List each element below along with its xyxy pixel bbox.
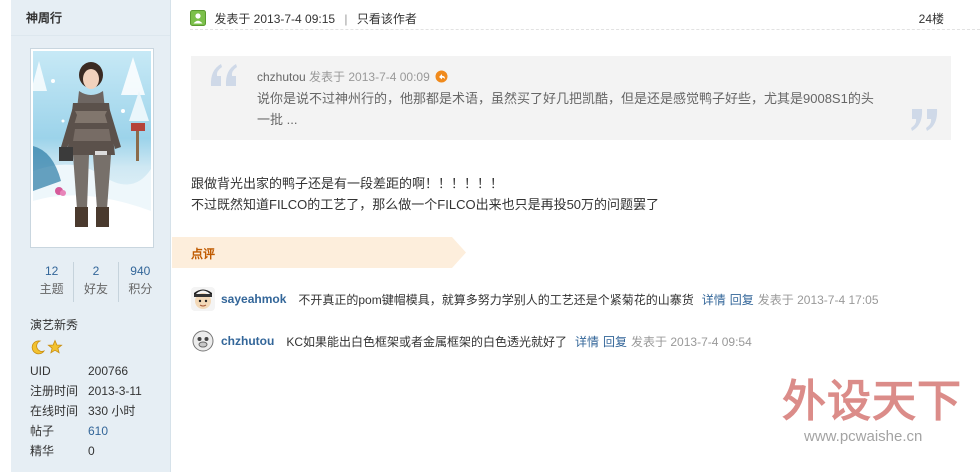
comment-detail-link[interactable]: 详情 — [702, 291, 726, 308]
user-stats: 12 主题 2 好友 940 积分 — [30, 262, 162, 302]
comment-reply-link[interactable]: 回复 — [730, 291, 754, 308]
comment-item: chzhutou KC如果能出白色框架或者金属框架的白色透光就好了 详情 回复 … — [191, 328, 752, 354]
comment-detail-link[interactable]: 详情 — [575, 333, 599, 350]
moon-icon — [30, 339, 46, 358]
comment-username[interactable]: sayeahmok — [221, 292, 286, 306]
stat-friends-label: 好友 — [83, 282, 108, 296]
stat-topics-label: 主题 — [39, 282, 64, 296]
username[interactable]: 神周行 — [11, 0, 170, 36]
post-content: 跟做背光出家的鸭子还是有一段差距的啊！！！！！！ 不过既然知道FILCO的工艺了… — [191, 173, 659, 215]
stat-friends-count[interactable]: 2 — [74, 262, 117, 280]
post-content-line: 跟做背光出家的鸭子还是有一段差距的啊！！！！！！ — [191, 176, 504, 191]
comment-text: 不开真正的pom键帽模具，就算多努力学别人的工艺还是个紧菊花的山寨货 — [298, 292, 694, 307]
user-rank[interactable]: 演艺新秀 — [30, 316, 78, 333]
post-date: 发表于 2013-7-4 09:15 — [214, 12, 336, 26]
open-quote-icon — [209, 62, 239, 91]
only-author-link[interactable]: 只看该作者 — [357, 12, 417, 26]
watermark-logo-text: 外设天下 — [782, 376, 962, 427]
comments-tab-shape — [172, 237, 466, 268]
close-quote-icon — [909, 107, 939, 136]
site-watermark: 外设天下 www.pcwaishe.cn — [782, 376, 966, 448]
comment-reply-link[interactable]: 回复 — [603, 333, 627, 350]
watermark-url: www.pcwaishe.cn — [804, 428, 923, 445]
comment-item: sayeahmok 不开真正的pom键帽模具，就算多努力学别人的工艺还是个紧菊花… — [191, 286, 879, 312]
avatar-image — [33, 51, 151, 245]
online-status-icon — [190, 10, 206, 26]
comment-text: KC如果能出白色框架或者金属框架的白色透光就好了 — [286, 334, 568, 349]
info-digest-value: 0 — [88, 444, 95, 458]
comment-date: 发表于 2013-7-4 17:05 — [757, 292, 879, 307]
avatar[interactable] — [30, 48, 154, 248]
post-header: 发表于 2013-7-4 09:15 | 只看该作者 24楼 — [190, 8, 980, 30]
info-register: 注册时间 2013-3-11 — [30, 381, 142, 401]
info-posts-key: 帖子 — [30, 424, 55, 438]
quote-date: 发表于 2013-7-4 00:09 — [309, 70, 430, 84]
stat-friends[interactable]: 2 好友 — [73, 262, 117, 302]
star-icon — [47, 339, 63, 358]
info-posts-value[interactable]: 610 — [88, 421, 108, 441]
info-register-key: 注册时间 — [30, 384, 79, 398]
comment-avatar[interactable] — [191, 329, 215, 353]
stat-points[interactable]: 940 积分 — [117, 262, 162, 302]
quote-author[interactable]: chzhutou — [257, 70, 306, 84]
comment-username[interactable]: chzhutou — [221, 334, 274, 348]
info-uid-key: UID — [30, 364, 51, 378]
info-digest: 精华 0 — [30, 441, 142, 461]
info-digest-key: 精华 — [30, 444, 55, 458]
info-online-value: 330 小时 — [88, 404, 136, 418]
stat-topics-count[interactable]: 12 — [30, 262, 73, 280]
comments-header: 点评 — [172, 237, 466, 268]
jump-to-quote-icon[interactable] — [435, 70, 448, 86]
comment-avatar[interactable] — [191, 287, 215, 311]
post-header-separator: | — [344, 12, 348, 26]
floor-number[interactable]: 24楼 — [919, 8, 944, 30]
quote-header: chzhutou 发表于 2013-7-4 00:09 — [257, 68, 448, 86]
info-posts: 帖子 610 — [30, 421, 142, 441]
info-uid: UID 200766 — [30, 361, 142, 381]
info-online-key: 在线时间 — [30, 404, 79, 418]
user-info: UID 200766 注册时间 2013-3-11 在线时间 330 小时 帖子… — [30, 361, 142, 461]
quote-body: 说你是说不过神州行的，他那都是术语，虽然买了好几把凯酷，但是还是感觉鸭子好些，尤… — [257, 91, 874, 127]
rank-icons — [30, 339, 63, 358]
user-sidebar: 神周行 12 主题 2 好友 940 积分 演艺新秀 UID 200766 注册… — [11, 0, 171, 472]
stat-topics[interactable]: 12 主题 — [30, 262, 73, 302]
comment-date: 发表于 2013-7-4 09:54 — [631, 334, 752, 349]
stat-points-count[interactable]: 940 — [119, 262, 162, 280]
quote-block: chzhutou 发表于 2013-7-4 00:09 说你是说不过神州行的，他… — [191, 56, 951, 140]
info-uid-value: 200766 — [88, 364, 129, 378]
info-register-value: 2013-3-11 — [88, 384, 142, 398]
info-online: 在线时间 330 小时 — [30, 401, 142, 421]
post-content-line: 不过既然知道FILCO的工艺了，那么做一个FILCO出来也只是再投50万的问题罢… — [191, 197, 660, 212]
stat-points-label: 积分 — [128, 282, 153, 296]
comments-title: 点评 — [191, 247, 216, 261]
